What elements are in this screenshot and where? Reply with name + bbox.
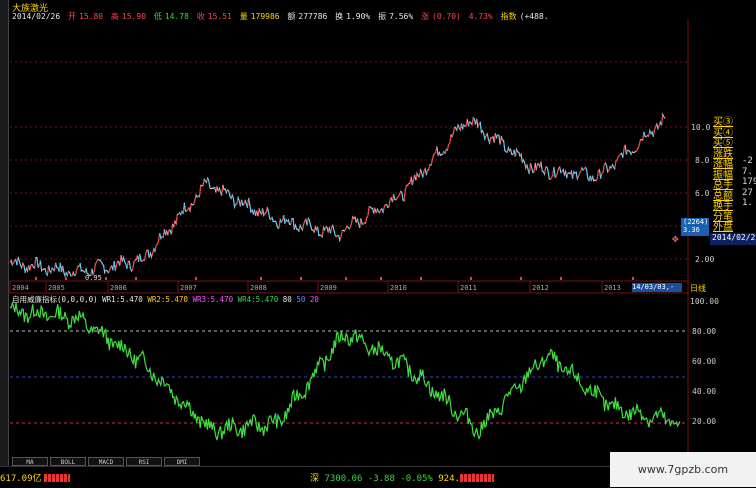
year-ticks (9, 281, 603, 293)
event-marker (560, 277, 562, 280)
event-markers (35, 277, 634, 280)
index-ticker[interactable]: 深 7300.06 -3.88 -0.05% 924.92亿 (310, 471, 480, 484)
quote-field-value: -2 (742, 156, 753, 166)
quote-panel-date: 2014/02/2 (710, 233, 756, 245)
event-marker (632, 277, 634, 280)
price-box-line1: (2264) (683, 218, 709, 226)
index-name: 深 (310, 474, 320, 484)
event-marker (135, 277, 137, 280)
up-down-bar (44, 474, 70, 482)
osc-axis-label: 60.00 (692, 357, 717, 366)
price-series-down-ticks (10, 114, 666, 277)
tab-ma[interactable]: MA (12, 457, 48, 466)
level-80: 80 (282, 295, 292, 304)
event-marker (380, 277, 382, 280)
indicator-header: 自用威廉指标(0,0,0,0) WR1:5.470 WR2:5.470 WR3:… (12, 294, 319, 305)
osc-axis-label: 40.00 (692, 387, 717, 396)
year-label: 2011 (460, 284, 477, 292)
wr3-value: WR3:5.470 (192, 295, 234, 304)
event-marker (35, 277, 37, 280)
year-label: 2012 (532, 284, 549, 292)
event-marker (520, 277, 522, 280)
event-marker (470, 277, 472, 280)
price-series-line (9, 112, 666, 278)
price-gridlines (10, 61, 688, 260)
event-marker (105, 277, 107, 280)
chart-canvas[interactable] (0, 0, 756, 487)
osc-axis-label: 100.00 (690, 297, 719, 306)
quote-field-value: 179 (742, 177, 756, 187)
year-label: 2008 (250, 284, 267, 292)
year-label: 2009 (320, 284, 337, 292)
indicator-name[interactable]: 自用威廉指标 (12, 295, 57, 304)
event-marker (195, 277, 197, 280)
status-bar: 617.09亿 深 7300.06 -3.88 -0.05% 924.92亿 (0, 466, 610, 488)
indicator-params: (0,0,0,0) (57, 295, 98, 304)
wr1-value: WR1:5.470 (102, 295, 143, 304)
watermark: www.7gpzb.com (610, 452, 756, 487)
index-change: -3.88 (367, 474, 395, 484)
tab-rsi[interactable]: RSI (126, 457, 162, 466)
tab-macd[interactable]: MACD (88, 457, 124, 466)
wr2-value: WR2:5.470 (147, 295, 188, 304)
wr4-value: WR4:5.470 (237, 295, 279, 304)
event-marker (420, 277, 422, 280)
price-cursor-box: (2264) 3.36 (681, 218, 709, 236)
period-label[interactable]: 日线 (690, 283, 706, 294)
crosshair-cursor-icon: ✥ (672, 232, 679, 245)
price-axis-label: 2.00 (695, 255, 715, 264)
index-pct: -0.05% (400, 474, 433, 484)
tab-boll[interactable]: BOLL (50, 457, 86, 466)
year-label: 2006 (110, 284, 127, 292)
market-amount: 617.09亿 (0, 474, 42, 484)
price-box-line2: 3.36 (683, 226, 700, 234)
year-label: 2007 (180, 284, 197, 292)
osc-axis-label: 80.00 (692, 327, 717, 336)
index-value: 7300.06 (324, 474, 363, 484)
quote-field-value: 7. (742, 166, 753, 177)
date-cursor-label: 14/03/03,- (632, 283, 682, 292)
year-label: 2004 (12, 284, 29, 292)
year-label: 2013 (604, 284, 621, 292)
quote-field-value: 27 (742, 187, 753, 198)
event-marker (260, 277, 262, 280)
year-label: 2005 (48, 284, 65, 292)
event-marker (345, 277, 347, 280)
level-20: 20 (309, 295, 319, 304)
year-label: 2010 (390, 284, 407, 292)
osc-axis-label: 20.00 (692, 417, 717, 426)
quote-field-value: 1. (742, 198, 753, 208)
level-50: 50 (296, 295, 306, 304)
low-price-marker: 0.95 (85, 274, 102, 282)
williams-r-line (9, 300, 681, 441)
tab-dmi[interactable]: DMI (164, 457, 200, 466)
price-series-up-ticks (9, 114, 664, 277)
event-marker (65, 277, 67, 280)
index-breadth-bar (460, 474, 494, 482)
event-marker (300, 277, 302, 280)
quote-field-label: 外盘 (713, 222, 733, 233)
